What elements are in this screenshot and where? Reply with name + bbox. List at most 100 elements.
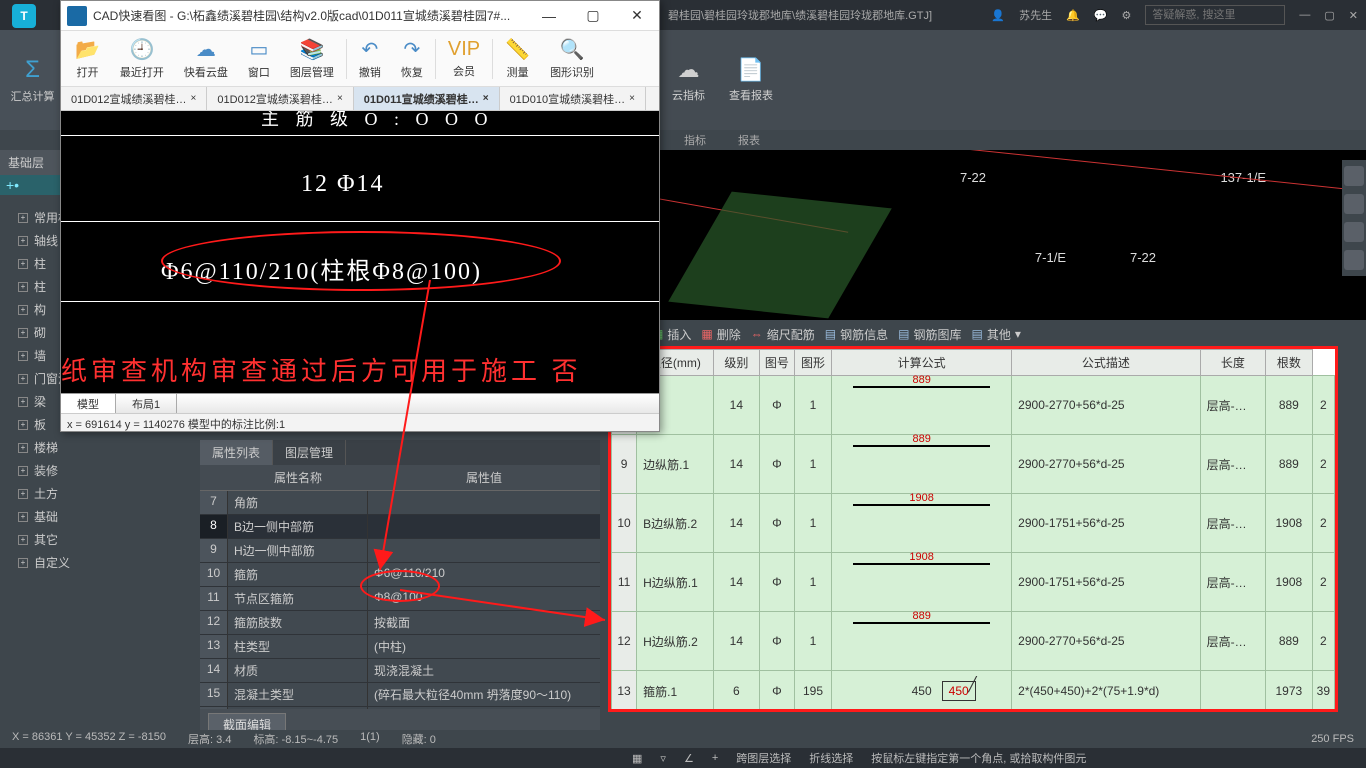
tb-info[interactable]: ▤钢筋信息	[825, 326, 888, 343]
maximize-icon[interactable]: ▢	[1324, 9, 1334, 22]
tab-layout1[interactable]: 布局1	[116, 394, 177, 413]
ribbon-report[interactable]: 📄 查看报表	[717, 30, 785, 130]
prop-tab-list[interactable]: 属性列表	[200, 440, 273, 465]
app-logo[interactable]: T	[12, 4, 36, 28]
prop-row[interactable]: 14材质现浇混凝土	[200, 659, 600, 683]
cad-ribbon-恢复[interactable]: ↷恢复	[391, 35, 433, 82]
tb-lib[interactable]: ▤钢筋图库	[898, 326, 961, 343]
cad-ribbon-图层管理[interactable]: 📚图层管理	[280, 35, 344, 82]
tree-item[interactable]: +土方	[0, 482, 200, 505]
tool-icon[interactable]	[1344, 222, 1364, 242]
cad-app-icon	[67, 6, 87, 26]
tool-icon[interactable]	[1344, 250, 1364, 270]
prop-row[interactable]: 15混凝土类型(碎石最大粒径40mm 坍落度90～110)	[200, 683, 600, 707]
cad-file-tab[interactable]: 01D012宣城绩溪碧桂…×	[61, 87, 207, 110]
tree-item[interactable]: +其它	[0, 528, 200, 551]
tb-delete[interactable]: ▦删除	[701, 326, 740, 343]
cad-ribbon-测量[interactable]: 📏测量	[495, 35, 540, 82]
tb-other[interactable]: ▤其他 ▾	[971, 326, 1020, 343]
left-strip[interactable]: Σ 汇总计算	[0, 30, 65, 130]
prop-row[interactable]: 10箍筋Φ6@110/210	[200, 563, 600, 587]
prop-row[interactable]: 13柱类型(中柱)	[200, 635, 600, 659]
side-basic: 基础层 +•	[0, 150, 65, 195]
cad-canvas[interactable]: 主 筋 级 O : O O O 12 Φ14 Φ6@110/210(柱根Φ8@1…	[61, 111, 659, 393]
minimize-icon[interactable]: —	[1299, 9, 1310, 21]
title-path: 碧桂园\碧桂园玲珑郡地库\绩溪碧桂园玲珑郡地库.GTJ]	[668, 7, 932, 23]
rebar-col[interactable]: 长度	[1200, 350, 1265, 376]
cad-file-tab[interactable]: 01D012宣城绩溪碧桂…×	[207, 87, 353, 110]
axis-label: 7-22	[960, 170, 986, 185]
cad-ribbon-会员[interactable]: VIP会员	[438, 36, 490, 81]
rebar-col[interactable]: 根数	[1266, 350, 1313, 376]
prop-row[interactable]: 9H边一侧中部筋	[200, 539, 600, 563]
tree-item[interactable]: +楼梯	[0, 436, 200, 459]
tab-model[interactable]: 模型	[61, 394, 116, 413]
cad-titlebar[interactable]: CAD快速看图 - G:\柘鑫绩溪碧桂园\结构v2.0版cad\01D011宣城…	[61, 1, 659, 31]
side-basic-plus[interactable]: +•	[0, 175, 65, 195]
bell-icon[interactable]: 🔔	[1066, 9, 1080, 22]
rebar-table[interactable]: 号直径(mm)级别图号图形计算公式公式描述长度根数 14Φ18892900-27…	[608, 346, 1338, 712]
rebar-row[interactable]: 13箍筋.16Φ195450450╱2*(450+450)+2*(75+1.9*…	[612, 671, 1335, 712]
rebar-col[interactable]: 公式描述	[1012, 350, 1200, 376]
close-icon[interactable]: ✕	[1349, 9, 1358, 22]
elevation: 标高: -8.15~-4.75	[253, 731, 338, 747]
prop-row[interactable]: 12箍筋肢数按截面	[200, 611, 600, 635]
cad-ribbon-图形识别[interactable]: 🔍图形识别	[540, 35, 604, 82]
cad-text: 12 Φ14	[301, 171, 385, 198]
ribbon-cloud[interactable]: ☁ 云指标	[660, 30, 717, 130]
close-icon[interactable]: ✕	[615, 1, 659, 31]
side-basic-hdr[interactable]: 基础层	[0, 150, 65, 175]
polyline-select[interactable]: 折线选择	[809, 750, 853, 766]
prompt-text: 按鼠标左键指定第一个角点, 或拾取构件图元	[871, 750, 1086, 766]
tree-item[interactable]: +基础	[0, 505, 200, 528]
sum-label: 汇总计算	[11, 88, 55, 104]
cad-bottom-tabs: 模型 布局1	[61, 393, 659, 413]
rebar-row[interactable]: 12H边纵筋.214Φ18892900-2770+56*d-25层高-…8892	[612, 612, 1335, 671]
rebar-row[interactable]: 11H边纵筋.114Φ119082900-1751+56*d-25层高-…190…	[612, 553, 1335, 612]
rebar-col[interactable]: 图号	[760, 350, 795, 376]
cad-title-text: CAD快速看图 - G:\柘鑫绩溪碧桂园\结构v2.0版cad\01D011宣城…	[93, 7, 527, 24]
prop-row[interactable]: 7角筋	[200, 491, 600, 515]
highlight-ellipse	[161, 231, 561, 291]
maximize-icon[interactable]: ▢	[571, 1, 615, 31]
cad-ribbon-快看云盘[interactable]: ☁快看云盘	[174, 35, 238, 82]
prop-row[interactable]: 8B边一侧中部筋	[200, 515, 600, 539]
tree-item[interactable]: +装修	[0, 459, 200, 482]
status-mid: X = 86361 Y = 45352 Z = -8150 层高: 3.4 标高…	[0, 730, 1366, 748]
minimize-icon[interactable]: —	[527, 1, 571, 31]
viewport-3d[interactable]: 7-22 137-1/E 7-1/E 7-22 13	[600, 150, 1366, 320]
cad-status: x = 691614 y = 1140276 模型中的标注比例:1	[61, 413, 659, 431]
prop-col-val: 属性值	[368, 465, 600, 490]
axis-label: 7-22	[1130, 250, 1156, 265]
tb-scale[interactable]: ⇔缩尺配筋	[751, 326, 815, 343]
chat-icon[interactable]: 💬	[1094, 9, 1108, 22]
right-toolbar	[1342, 160, 1366, 276]
user-avatar[interactable]: 👤	[991, 9, 1005, 22]
search-input[interactable]	[1145, 5, 1285, 25]
cad-file-tab[interactable]: 01D010宣城绩溪碧桂…×	[500, 87, 646, 110]
gear-icon[interactable]: ⚙	[1122, 9, 1132, 22]
rebar-row[interactable]: 14箍筋.26Φ195167450╱2*(450+167)+2*(75+1.9*…	[612, 712, 1335, 713]
rebar-row[interactable]: 9边纵筋.114Φ18892900-2770+56*d-25层高-…8892	[612, 435, 1335, 494]
cad-ribbon-打开[interactable]: 📂打开	[65, 35, 110, 82]
rebar-col[interactable]: 图形	[794, 350, 831, 376]
ribbon-cloud-label: 云指标	[672, 87, 705, 103]
cad-file-tab[interactable]: 01D011宣城绩溪碧桂…×	[354, 87, 500, 110]
rebar-row[interactable]: 10B边纵筋.214Φ119082900-1751+56*d-25层高-…190…	[612, 494, 1335, 553]
cad-ribbon-最近打开[interactable]: 🕘最近打开	[110, 35, 174, 82]
rebar-row[interactable]: 14Φ18892900-2770+56*d-25层高-…8892	[612, 376, 1335, 435]
prop-row[interactable]: 11节点区箍筋Φ8@100	[200, 587, 600, 611]
cad-viewer-window: CAD快速看图 - G:\柘鑫绩溪碧桂园\结构v2.0版cad\01D011宣城…	[60, 0, 660, 432]
tool-icon[interactable]	[1344, 166, 1364, 186]
cad-ribbon-撤销[interactable]: ↶撤销	[349, 35, 391, 82]
status-bot: ▦ ▿∠+ 跨图层选择 折线选择 按鼠标左键指定第一个角点, 或拾取构件图元	[0, 748, 1366, 768]
cross-layer[interactable]: 跨图层选择	[736, 750, 791, 766]
user-name[interactable]: 苏先生	[1019, 7, 1052, 23]
rebar-col[interactable]: 级别	[713, 350, 759, 376]
cad-ribbon-窗口[interactable]: ▭窗口	[238, 35, 280, 82]
tree-item[interactable]: +自定义	[0, 551, 200, 574]
prop-tab-layer[interactable]: 图层管理	[273, 440, 346, 465]
tool-icon[interactable]	[1344, 194, 1364, 214]
rebar-col[interactable]: 计算公式	[832, 350, 1012, 376]
property-panel: 属性列表 图层管理 属性名称 属性值 7角筋8B边一侧中部筋9H边一侧中部筋10…	[200, 440, 600, 740]
